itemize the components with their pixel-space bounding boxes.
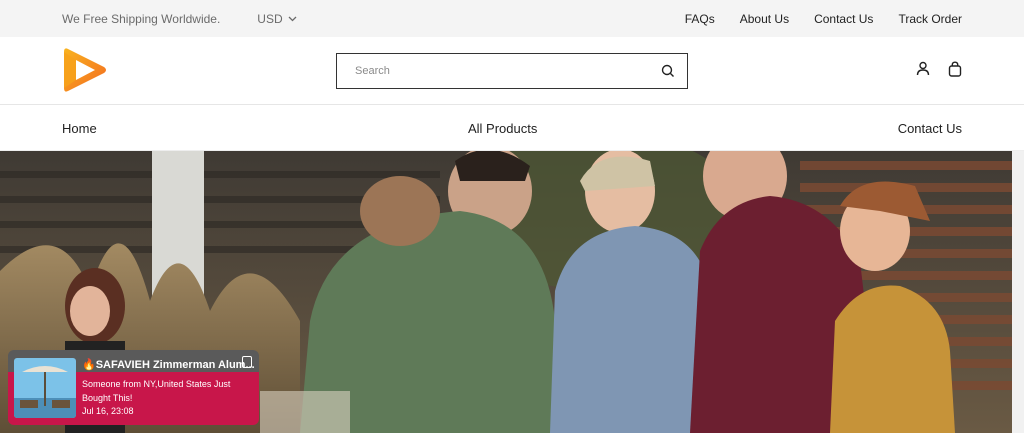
link-about-us[interactable]: About Us [740, 12, 789, 26]
search-icon[interactable] [661, 64, 675, 78]
currency-selector[interactable]: USD [257, 12, 297, 26]
top-bar-left: We Free Shipping Worldwide. USD [62, 12, 297, 26]
nav-all-products[interactable]: All Products [468, 121, 537, 136]
page-scrollbar[interactable] [1012, 151, 1024, 433]
link-faqs[interactable]: FAQs [685, 12, 715, 26]
popup-product-title[interactable]: 🔥SAFAVIEH Zimmerman Alum... [82, 358, 255, 371]
main-nav: Home All Products Contact Us [0, 106, 1024, 151]
brand-logo[interactable] [62, 45, 108, 95]
popup-timestamp: Jul 16, 23:08 [82, 406, 134, 416]
currency-label: USD [257, 12, 283, 26]
cart-bag-icon[interactable] [948, 61, 962, 77]
site-header: Search [0, 37, 1024, 105]
shipping-text: We Free Shipping Worldwide. [62, 12, 221, 26]
popup-title-text: SAFAVIEH Zimmerman Alum... [95, 359, 255, 371]
purchase-notification-popup[interactable]: 🔥SAFAVIEH Zimmerman Alum... Someone from… [8, 350, 259, 425]
account-icon[interactable] [916, 61, 930, 76]
search-input[interactable]: Search [355, 65, 661, 77]
close-icon[interactable] [242, 356, 252, 368]
top-bar-links: FAQs About Us Contact Us Track Order [685, 12, 962, 26]
link-track-order[interactable]: Track Order [898, 12, 962, 26]
nav-home[interactable]: Home [62, 121, 97, 136]
nav-contact-us[interactable]: Contact Us [898, 121, 962, 136]
search-bar[interactable]: Search [336, 53, 688, 89]
chevron-down-icon [288, 16, 297, 22]
popup-message: Someone from NY,United States Just Bough… [82, 379, 231, 403]
product-thumbnail[interactable] [14, 358, 76, 418]
header-icons [916, 61, 962, 77]
link-contact-us[interactable]: Contact Us [814, 12, 873, 26]
top-bar: We Free Shipping Worldwide. USD FAQs Abo… [0, 0, 1024, 37]
fire-icon: 🔥 [82, 359, 96, 371]
